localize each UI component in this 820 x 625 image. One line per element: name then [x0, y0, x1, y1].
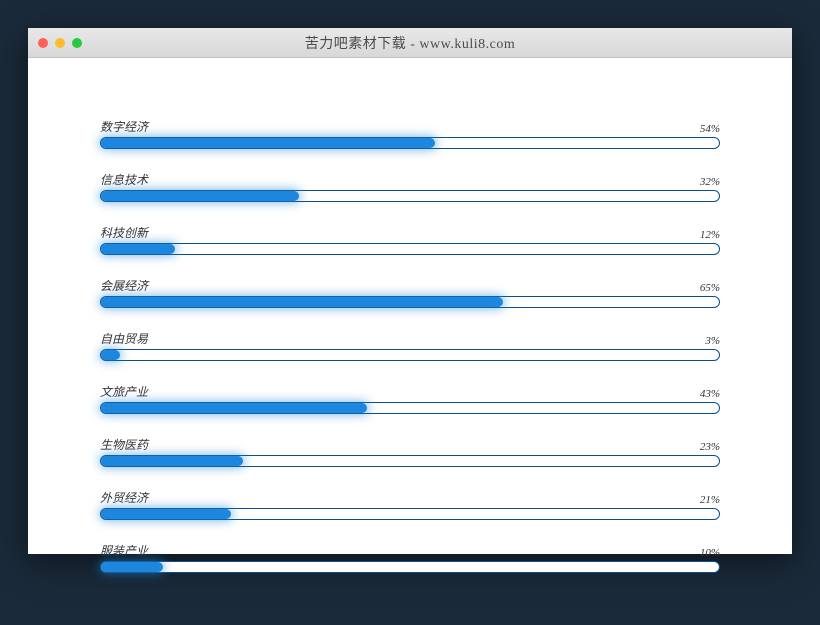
bar-fill	[101, 138, 435, 148]
bar-fill	[101, 456, 243, 466]
bar-fill	[101, 297, 503, 307]
bar-track	[100, 508, 720, 520]
bar-percent: 32%	[700, 176, 720, 188]
bar-label: 生物医药	[100, 436, 148, 453]
bar-row: 服装产业 10%	[100, 542, 720, 573]
bar-track	[100, 455, 720, 467]
bar-percent: 54%	[700, 123, 720, 135]
bar-track	[100, 190, 720, 202]
bar-track	[100, 561, 720, 573]
bar-percent: 12%	[700, 229, 720, 241]
bar-label: 文旅产业	[100, 383, 148, 400]
bar-row: 自由贸易 3%	[100, 330, 720, 361]
bar-track	[100, 137, 720, 149]
bar-row: 生物医药 23%	[100, 436, 720, 467]
minimize-icon[interactable]	[55, 38, 65, 48]
bar-track	[100, 349, 720, 361]
maximize-icon[interactable]	[72, 38, 82, 48]
bar-label: 自由贸易	[100, 330, 148, 347]
bar-row: 科技创新 12%	[100, 224, 720, 255]
bar-track	[100, 402, 720, 414]
bar-label: 外贸经济	[100, 489, 148, 506]
bar-label: 服装产业	[100, 542, 148, 559]
bar-label: 科技创新	[100, 224, 148, 241]
bar-row: 数字经济 54%	[100, 118, 720, 149]
bar-percent: 43%	[700, 388, 720, 400]
bar-fill	[101, 350, 120, 360]
bar-percent: 21%	[700, 494, 720, 506]
window-controls	[38, 38, 82, 48]
bar-fill	[101, 562, 163, 572]
bar-percent: 10%	[700, 547, 720, 559]
bar-row: 外贸经济 21%	[100, 489, 720, 520]
titlebar: 苦力吧素材下载 - www.kuli8.com	[28, 28, 792, 58]
bar-track	[100, 243, 720, 255]
bar-row: 会展经济 65%	[100, 277, 720, 308]
bar-fill	[101, 403, 367, 413]
bar-fill	[101, 244, 175, 254]
bar-percent: 3%	[705, 335, 720, 347]
browser-window: 苦力吧素材下载 - www.kuli8.com 数字经济 54% 信息技术 32…	[28, 28, 792, 554]
bar-fill	[101, 191, 299, 201]
close-icon[interactable]	[38, 38, 48, 48]
bar-row: 信息技术 32%	[100, 171, 720, 202]
bar-percent: 65%	[700, 282, 720, 294]
bar-label: 信息技术	[100, 171, 148, 188]
bar-track	[100, 296, 720, 308]
bar-label: 会展经济	[100, 277, 148, 294]
window-title: 苦力吧素材下载 - www.kuli8.com	[305, 33, 515, 53]
bar-fill	[101, 509, 231, 519]
chart-area: 数字经济 54% 信息技术 32% 科技创新 12%	[28, 58, 792, 625]
bar-label: 数字经济	[100, 118, 148, 135]
bar-row: 文旅产业 43%	[100, 383, 720, 414]
bar-percent: 23%	[700, 441, 720, 453]
